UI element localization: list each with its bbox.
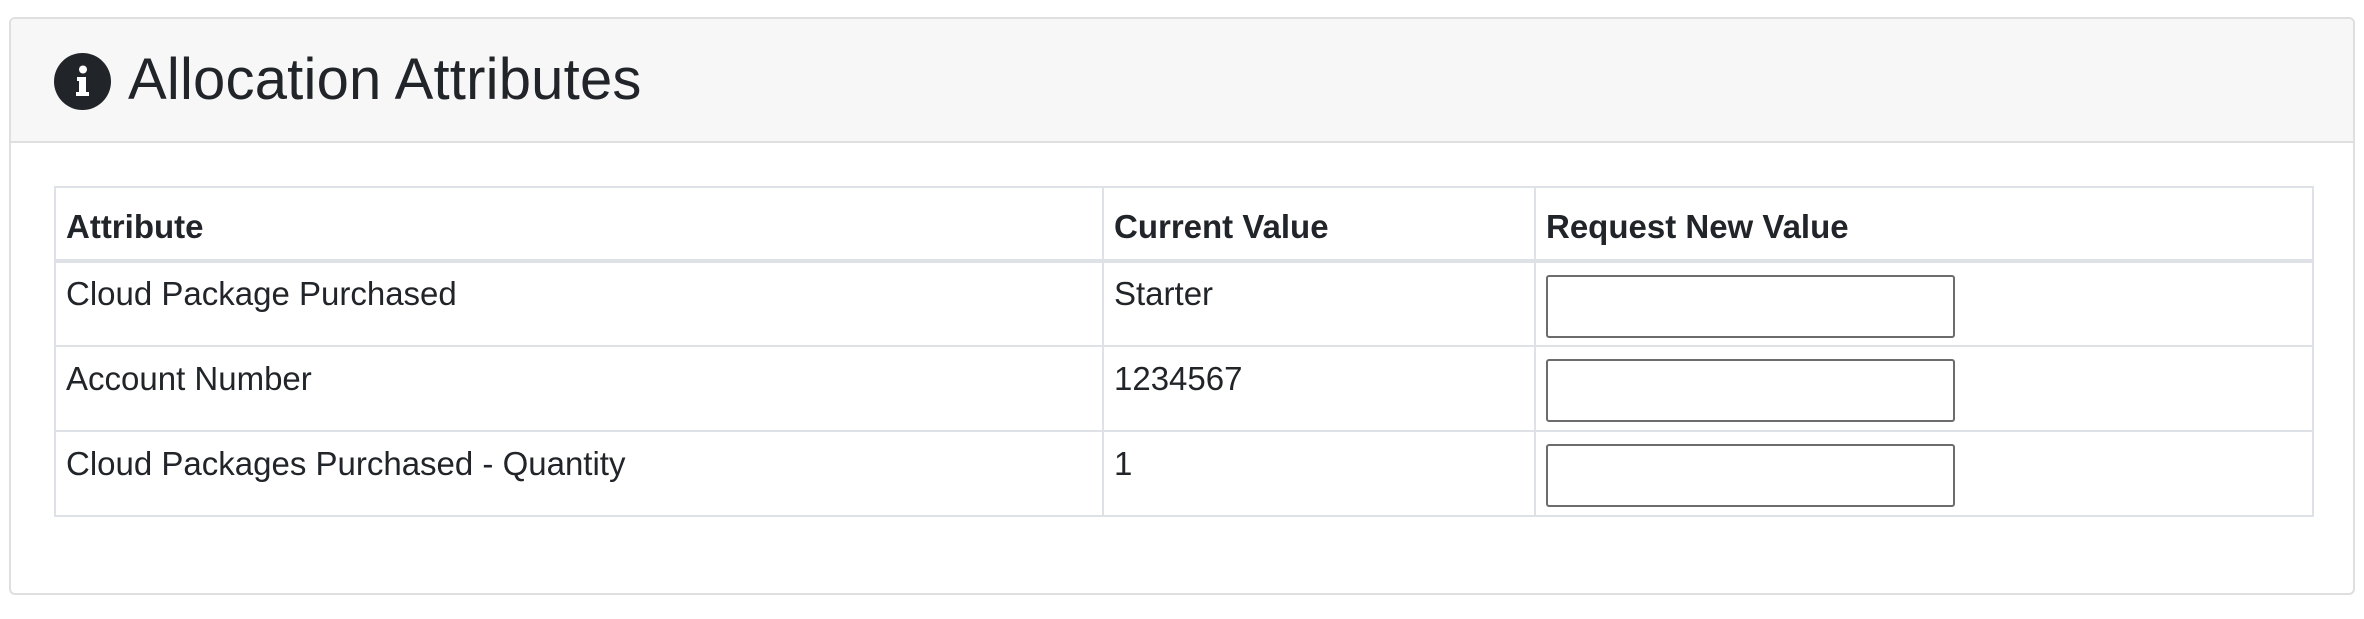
table-header: Attribute Current Value Request New Valu… [54, 186, 2314, 263]
current-value: Starter [1102, 260, 1536, 347]
current-value: 1234567 [1102, 345, 1536, 432]
column-header-current-value: Current Value [1102, 186, 1536, 263]
attribute-name: Cloud Packages Purchased - Quantity [54, 430, 1104, 517]
new-value-input-quantity[interactable] [1546, 444, 1955, 507]
table-row: Cloud Package Purchased Starter [54, 260, 2314, 347]
card-body: Attribute Current Value Request New Valu… [11, 143, 2353, 517]
table-row: Cloud Packages Purchased - Quantity 1 [54, 430, 2314, 517]
table-body: Cloud Package Purchased Starter Account … [54, 260, 2314, 517]
table-row: Account Number 1234567 [54, 345, 2314, 432]
card-header: Allocation Attributes [11, 19, 2353, 143]
request-new-value-cell [1534, 260, 2314, 347]
current-value: 1 [1102, 430, 1536, 517]
attribute-name: Cloud Package Purchased [54, 260, 1104, 347]
table-header-row: Attribute Current Value Request New Valu… [54, 186, 2314, 263]
attributes-table: Attribute Current Value Request New Valu… [54, 186, 2314, 517]
attribute-name: Account Number [54, 345, 1104, 432]
new-value-input-account-number[interactable] [1546, 359, 1955, 422]
info-circle-icon [54, 52, 111, 110]
card-title: Allocation Attributes [128, 47, 642, 112]
column-header-attribute: Attribute [54, 186, 1104, 263]
column-header-request-new-value: Request New Value [1534, 186, 2314, 263]
new-value-input-cloud-package[interactable] [1546, 274, 1955, 338]
request-new-value-cell [1534, 345, 2314, 432]
request-new-value-cell [1534, 430, 2314, 517]
allocation-attributes-card: Allocation Attributes Attribute Current … [9, 17, 2355, 595]
